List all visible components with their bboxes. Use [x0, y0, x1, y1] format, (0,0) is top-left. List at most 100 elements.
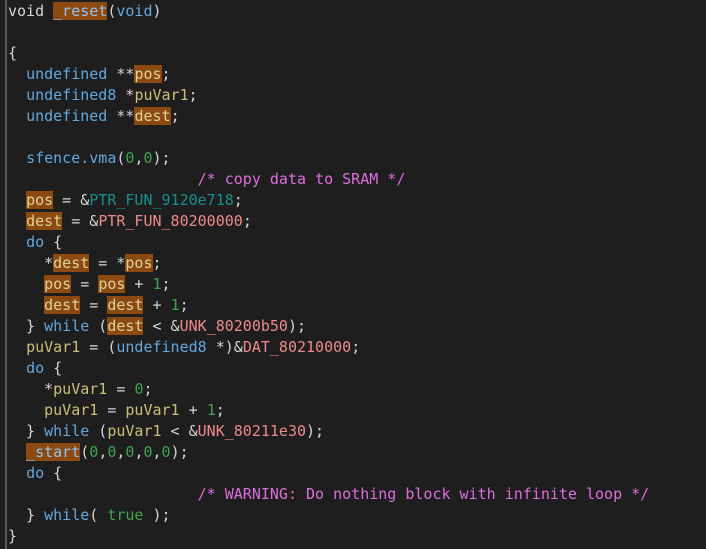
code-token: *	[116, 86, 135, 104]
code-line[interactable]: undefined **dest;	[0, 106, 706, 127]
code-token: ,	[152, 443, 162, 461]
code-keyword: while	[44, 422, 90, 440]
code-variable[interactable]: dest	[53, 254, 90, 272]
code-line[interactable]: } while (puVar1 < &UNK_80211e30);	[0, 421, 706, 442]
code-symbol-ref: UNK_80211e30	[197, 422, 307, 440]
code-variable[interactable]: dest	[107, 296, 144, 314]
code-line[interactable]: dest = dest + 1;	[0, 295, 706, 316]
code-token: (	[89, 506, 108, 524]
code-line[interactable]: /* copy data to SRAM */	[0, 169, 706, 190]
code-token: ,	[98, 443, 108, 461]
code-literal: 1	[152, 275, 162, 293]
code-keyword: do	[26, 464, 45, 482]
decompiler-panel: void _reset(void) { undefined **pos; und…	[0, 0, 706, 549]
code-variable: puVar1	[134, 86, 189, 104]
code-keyword: sfence.vma	[26, 149, 117, 167]
code-variable[interactable]: dest	[107, 317, 144, 335]
code-token: }	[8, 506, 45, 524]
code-line[interactable]: }	[0, 526, 706, 547]
code-variable[interactable]: dest	[26, 212, 63, 230]
code-variable[interactable]: pos	[98, 275, 126, 293]
code-line[interactable]: } while (dest < &UNK_80200b50);	[0, 316, 706, 337]
code-token: (	[80, 443, 90, 461]
code-token: {	[44, 464, 63, 482]
code-token: = &	[62, 212, 99, 230]
code-variable: puVar1	[44, 401, 99, 419]
code-line[interactable]: undefined8 *puVar1;	[0, 85, 706, 106]
code-token: +	[143, 296, 171, 314]
code-symbol-ref: UNK_80200b50	[179, 317, 288, 335]
code-token: = (	[80, 338, 117, 356]
code-token: ;	[161, 65, 171, 83]
code-symbol-ref: PTR_FUN_9120e718	[89, 191, 234, 209]
code-token: ;	[351, 338, 361, 356]
code-keyword: do	[26, 359, 45, 377]
code-line[interactable]: do {	[0, 232, 706, 253]
code-line[interactable]: sfence.vma(0,0);	[0, 148, 706, 169]
code-line[interactable]: *dest = *pos;	[0, 253, 706, 274]
code-line[interactable]: *puVar1 = 0;	[0, 379, 706, 400]
code-token: {	[44, 359, 63, 377]
code-token: ;	[188, 86, 198, 104]
code-token: );	[287, 317, 307, 335]
code-token: )	[152, 2, 162, 20]
code-variable[interactable]: pos	[134, 65, 162, 83]
code-line[interactable]: puVar1 = (undefined8 *)&DAT_80210000;	[0, 337, 706, 358]
code-line[interactable]: } while( true );	[0, 505, 706, 526]
code-token: < &	[143, 317, 180, 335]
decompiled-code[interactable]: void _reset(void) { undefined **pos; und…	[0, 0, 706, 547]
code-literal: 0	[143, 443, 153, 461]
code-variable[interactable]: dest	[134, 107, 171, 125]
code-keyword: do	[26, 233, 45, 251]
code-token: }	[8, 422, 45, 440]
code-line[interactable]: do {	[0, 358, 706, 379]
code-type: void	[116, 2, 153, 20]
code-variable: puVar1	[26, 338, 81, 356]
code-token: *	[8, 380, 54, 398]
code-variable[interactable]: pos	[26, 191, 54, 209]
code-line[interactable]: pos = pos + 1;	[0, 274, 706, 295]
code-token: *	[8, 254, 54, 272]
code-line[interactable]: do {	[0, 463, 706, 484]
code-variable[interactable]: pos	[125, 254, 153, 272]
code-variable[interactable]: pos	[44, 275, 72, 293]
code-literal: true	[107, 506, 144, 524]
code-keyword: while	[44, 317, 90, 335]
code-line[interactable]	[0, 127, 706, 148]
code-line[interactable]: undefined **pos;	[0, 64, 706, 85]
code-variable: puVar1	[125, 401, 180, 419]
code-type: undefined	[26, 107, 108, 125]
code-token: **	[107, 107, 135, 125]
code-line[interactable]	[0, 22, 706, 43]
code-line[interactable]: puVar1 = puVar1 + 1;	[0, 400, 706, 421]
code-line[interactable]: dest = &PTR_FUN_80200000;	[0, 211, 706, 232]
code-variable[interactable]: dest	[44, 296, 81, 314]
code-token: ;	[233, 191, 243, 209]
code-function-name[interactable]: _start	[26, 443, 81, 461]
code-line[interactable]: _start(0,0,0,0,0);	[0, 442, 706, 463]
code-type: undefined8	[26, 86, 117, 104]
code-token: =	[98, 401, 126, 419]
code-line[interactable]: void _reset(void)	[0, 1, 706, 22]
code-line[interactable]: {	[0, 43, 706, 64]
code-token: ;	[143, 380, 153, 398]
code-line[interactable]: /* WARNING: Do nothing block with infini…	[0, 484, 706, 505]
code-token: < &	[161, 422, 198, 440]
code-symbol-ref: DAT_80210000	[242, 338, 352, 356]
code-token: **	[107, 65, 135, 83]
code-token: );	[170, 443, 189, 461]
code-token: (	[89, 422, 108, 440]
code-line[interactable]: pos = &PTR_FUN_9120e718;	[0, 190, 706, 211]
code-variable: puVar1	[107, 422, 162, 440]
code-symbol-ref: PTR_FUN_80200000	[98, 212, 243, 230]
code-variable: puVar1	[53, 380, 108, 398]
code-token: =	[107, 380, 135, 398]
code-function-name[interactable]: _reset	[53, 2, 108, 20]
code-token: +	[125, 275, 153, 293]
